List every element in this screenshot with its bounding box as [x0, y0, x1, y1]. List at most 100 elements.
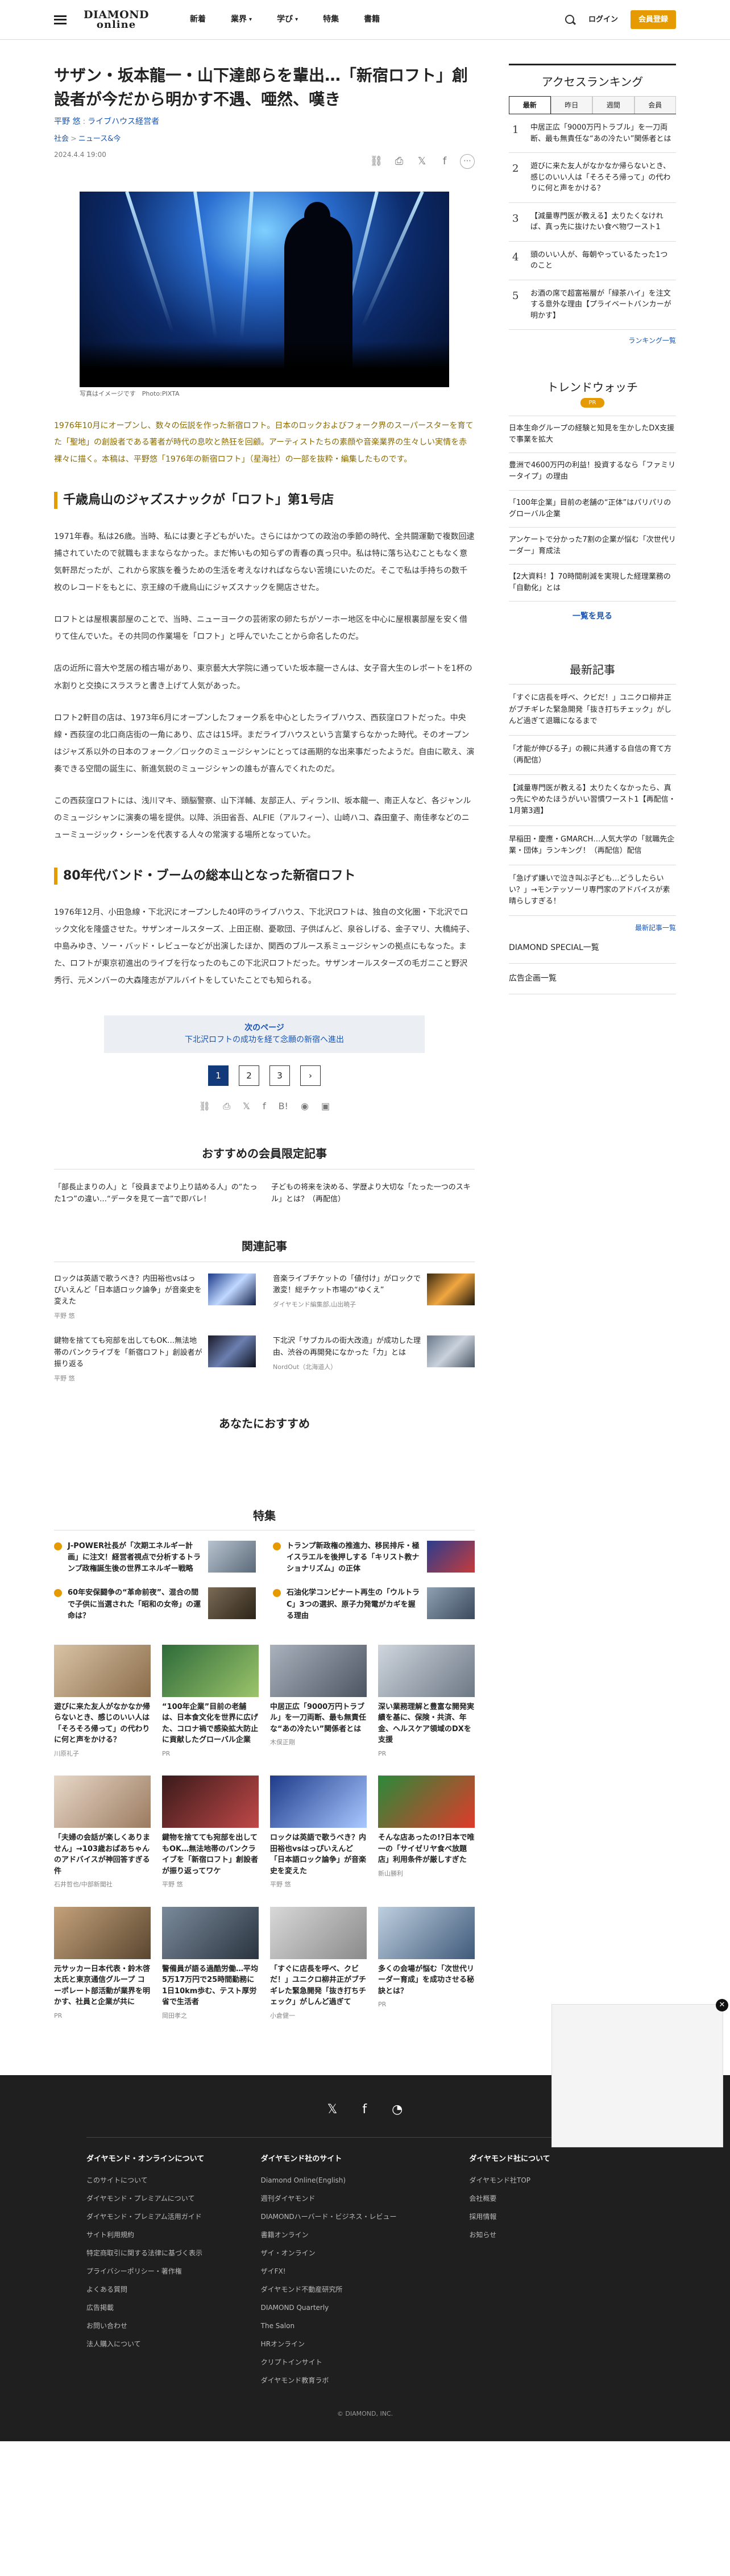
- latest-item[interactable]: 「すぐに店長を呼べ、クビだ！」ユニクロ柳井正がブチギレた緊急開発「抜き打ちチェッ…: [509, 685, 676, 736]
- trend-more-link[interactable]: 一覧を見る: [509, 611, 676, 623]
- latest-item[interactable]: 早稲田・慶應・GMARCH…人気大学の「就職先企業・団体」ランキング！（再配信）…: [509, 826, 676, 865]
- ranking-item[interactable]: 3 【減量専門医が教える】太りたくなければ、真っ先に抜けたい食べ物ワースト1: [509, 203, 676, 242]
- tab-yesterday[interactable]: 昨日: [550, 96, 592, 114]
- footer-link[interactable]: ダイヤモンド・プレミアム活用ガイド: [86, 2212, 261, 2222]
- ad-banner[interactable]: ✕: [551, 1999, 728, 2147]
- facebook-icon[interactable]: f: [263, 1100, 266, 1113]
- line-icon[interactable]: ◉: [301, 1100, 309, 1113]
- footer-link[interactable]: ダイヤモンド・プレミアムについて: [86, 2193, 261, 2204]
- footer-link[interactable]: 法人購入について: [86, 2339, 261, 2349]
- related-item[interactable]: 音楽ライブチケットの「値付け」がロックで激変！総チケット市場の“ゆくえ” ダイヤモ…: [273, 1274, 475, 1321]
- member-article-link[interactable]: 子どもの将来を決める、学歴より大切な「たった一つのスキル」とは？（再配信）: [271, 1182, 475, 1206]
- footer-link[interactable]: このサイトについて: [86, 2175, 261, 2185]
- footer-link[interactable]: ザイ・オンライン: [261, 2248, 435, 2258]
- trend-item[interactable]: 「100年企業」目前の老舗の“正体”はパリパリのグローバル企業: [509, 491, 676, 528]
- x-icon[interactable]: 𝕏: [327, 2100, 338, 2119]
- footer-link[interactable]: 会社概要: [469, 2193, 644, 2204]
- ranking-more-link[interactable]: ランキング一覧: [509, 335, 676, 346]
- x-share-icon[interactable]: 𝕏: [414, 154, 429, 169]
- trend-item[interactable]: アンケートで分かった7割の企業が悩む「次世代リーダー」育成法: [509, 528, 676, 565]
- article-tile[interactable]: そんな店あったの!?日本で唯一の「サイゼリヤ食べ放題店」利用条件が厳しすぎた 新山…: [378, 1776, 475, 1890]
- article-tile[interactable]: 「すぐに店長を呼べ、クビだ！」ユニクロ柳井正がブチギレた緊急開発「抜き打ちチェッ…: [270, 1906, 367, 2021]
- footer-link[interactable]: 採用情報: [469, 2212, 644, 2222]
- footer-link[interactable]: DIAMONDハーバード・ビジネス・レビュー: [261, 2212, 435, 2222]
- ranking-item[interactable]: 4 頭のいい人が、毎朝やっているたった1つのこと: [509, 242, 676, 280]
- link-icon[interactable]: ⛓: [199, 1100, 210, 1113]
- author-name[interactable]: 平野 悠: [54, 117, 80, 126]
- hatena-icon[interactable]: B!: [279, 1100, 288, 1113]
- next-page-link[interactable]: 次のページ 下北沢ロフトの成功を経て念願の新宿へ進出: [104, 1015, 425, 1053]
- next-page-button[interactable]: ›: [300, 1065, 321, 1086]
- article-tile[interactable]: 多くの会場が悩む「次世代リーダー育成」を成功させる秘訣とは？ PR: [378, 1906, 475, 2021]
- footer-link[interactable]: 週刊ダイヤモンド: [261, 2193, 435, 2204]
- nav-item-new[interactable]: 新着: [177, 14, 218, 26]
- article-tile[interactable]: 「夫婦の会話が楽しくありません」→103歳おばあちゃんのアドバイスが神回答すぎる…: [54, 1776, 151, 1890]
- related-item[interactable]: 鍵物を捨てても宛部を出してもOK…無法地帯のパンクライブを「新宿ロフト」創設者が…: [54, 1335, 256, 1383]
- trend-item[interactable]: 日本生命グループの経験と知見を生かしたDX支援で事業を拡大: [509, 416, 676, 454]
- feature-item[interactable]: 石油化学コンビナート再生の「ウルトラC」3つの選択、原子力発電がカギを握る理由: [273, 1587, 475, 1621]
- footer-link[interactable]: サイト利用規約: [86, 2230, 261, 2240]
- ranking-item[interactable]: 1 中居正広「9000万円トラブル」を一刀両断、最も無責任な“あの冷たい”関係者と…: [509, 114, 676, 153]
- footer-link[interactable]: プライバシーポリシー・著作権: [86, 2266, 261, 2276]
- footer-link[interactable]: お問い合わせ: [86, 2321, 261, 2331]
- article-tile[interactable]: 警備員が語る過酷労働…平均5万17万円で25時間勤務に1日10km歩む、テスト厚…: [162, 1906, 259, 2021]
- related-item[interactable]: 下北沢「サブカルの街大改造」が成功した理由、渋谷の再開発になかった「力」とは No…: [273, 1335, 475, 1383]
- footer-link[interactable]: Diamond Online(English): [261, 2175, 435, 2185]
- feature-item[interactable]: 60年安保闘争の“革命前夜”、混合の間で子供に当選された「昭和の女帝」の運命は？: [54, 1587, 256, 1621]
- footer-link[interactable]: 書籍オンライン: [261, 2230, 435, 2240]
- tab-member[interactable]: 会員: [634, 96, 676, 114]
- search-icon[interactable]: [565, 14, 576, 26]
- facebook-icon[interactable]: f: [362, 2100, 367, 2119]
- category-link[interactable]: 社会: [54, 135, 69, 143]
- print-icon[interactable]: ⎙: [223, 1100, 230, 1113]
- signup-button[interactable]: 会員登録: [630, 10, 676, 30]
- article-tile[interactable]: 中居正広「9000万円トラブル」を一刀両断、最も無責任な“あの冷たい”関係者とは…: [270, 1644, 367, 1759]
- nav-item-learn[interactable]: 学び ▾: [264, 14, 310, 26]
- footer-link[interactable]: ダイヤモンド不動産研究所: [261, 2284, 435, 2295]
- feature-item[interactable]: トランプ新政権の推進力、移民排斥・極イスラエルを後押しする「キリスト教ナショナリ…: [273, 1540, 475, 1575]
- article-tile[interactable]: “100年企業”目前の老舗は、日本食文化を世界に広げた、コロナ禍で感染拡大防止に…: [162, 1644, 259, 1759]
- tab-latest[interactable]: 最新: [509, 96, 551, 114]
- ad-list-link[interactable]: 広告企画一覧: [509, 964, 676, 995]
- footer-link[interactable]: HRオンライン: [261, 2339, 435, 2349]
- footer-link[interactable]: よくある質問: [86, 2284, 261, 2295]
- pocket-icon[interactable]: ▣: [321, 1100, 330, 1113]
- footer-link[interactable]: クリプトインサイト: [261, 2357, 435, 2367]
- member-article-link[interactable]: 「部長止まりの人」と「役員までより上り詰める人」の“たった1つ”の違い…“データ…: [54, 1182, 258, 1206]
- latest-item[interactable]: 「急げず嫌いで泣き叫ぶ子ども…どうしたらいい？」→モンテッソーリ専門家のアドバイ…: [509, 865, 676, 916]
- nav-item-industry[interactable]: 業界 ▾: [218, 14, 264, 26]
- latest-more-link[interactable]: 最新記事一覧: [509, 923, 676, 933]
- link-icon[interactable]: ⛓: [369, 154, 384, 169]
- nav-item-feature[interactable]: 特集: [310, 14, 351, 26]
- ranking-item[interactable]: 5 お酒の席で超富裕層が「緑茶ハイ」を注文する意外な理由【プライベートバンカーが明…: [509, 280, 676, 330]
- footer-link[interactable]: お知らせ: [469, 2230, 644, 2240]
- article-tile[interactable]: 元サッカー日本代表・鈴木啓太氏と東京通信グループ コーポレート部活動が業界を明か…: [54, 1906, 151, 2021]
- article-tile[interactable]: 遊びに来た友人がなかなか帰らないとき、感じのいい人は「そろそろ帰って」の代わりに…: [54, 1644, 151, 1759]
- article-tile[interactable]: ロックは英語で歌うべき？内田裕也vsはっぴいえんど「日本語ロック論争」が音楽史を…: [270, 1776, 367, 1890]
- page-2-button[interactable]: 2: [239, 1065, 259, 1086]
- special-link[interactable]: DIAMOND SPECIAL一覧: [509, 933, 676, 964]
- tab-weekly[interactable]: 週間: [592, 96, 634, 114]
- facebook-icon[interactable]: f: [437, 154, 452, 169]
- trend-item[interactable]: 豊洲で4600万円の利益！投資するなら「ファミリータイプ」の理由: [509, 453, 676, 491]
- rss-icon[interactable]: ◔: [392, 2100, 403, 2119]
- latest-item[interactable]: 【減量専門医が教える】太りたくなかったら、真っ先にやめたほうがいい習慣ワースト1…: [509, 775, 676, 826]
- page-3-button[interactable]: 3: [269, 1065, 290, 1086]
- footer-link[interactable]: The Salon: [261, 2321, 435, 2331]
- more-icon[interactable]: ⋯: [460, 154, 475, 169]
- article-tile[interactable]: 鍵物を捨てても宛部を出してもOK…無法地帯のパンクライブを「新宿ロフト」創設者が…: [162, 1776, 259, 1890]
- print-icon[interactable]: ⎙: [392, 154, 407, 169]
- footer-link[interactable]: 広告掲載: [86, 2303, 261, 2313]
- footer-link[interactable]: 特定商取引に関する法律に基づく表示: [86, 2248, 261, 2258]
- footer-link[interactable]: ダイヤモンド教育ラボ: [261, 2375, 435, 2386]
- footer-link[interactable]: DIAMOND Quarterly: [261, 2303, 435, 2313]
- menu-icon[interactable]: [54, 15, 67, 24]
- feature-item[interactable]: J-POWER社長が「次期エネルギー計画」に注文！経営者視点で分析するトランプ政…: [54, 1540, 256, 1575]
- article-tile[interactable]: 深い業務理解と豊富な開発実績を基に、保険・共済、年金、ヘルスケア領域のDXを支援…: [378, 1644, 475, 1759]
- trend-item[interactable]: 【2大資料！】70時間削減を実現した経理業務の「自動化」とは: [509, 565, 676, 602]
- x-share-icon[interactable]: 𝕏: [243, 1100, 250, 1113]
- ranking-item[interactable]: 2 遊びに来た友人がなかなか帰らないとき、感じのいい人は「そろそろ帰って」の代わり…: [509, 153, 676, 203]
- related-item[interactable]: ロックは英語で歌うべき？内田裕也vsはっぴいえんど「日本語ロック論争」が音楽史を…: [54, 1274, 256, 1321]
- footer-link[interactable]: ダイヤモンド社TOP: [469, 2175, 644, 2185]
- latest-item[interactable]: 「才能が伸びる子」の親に共通する自信の育て方（再配信）: [509, 736, 676, 775]
